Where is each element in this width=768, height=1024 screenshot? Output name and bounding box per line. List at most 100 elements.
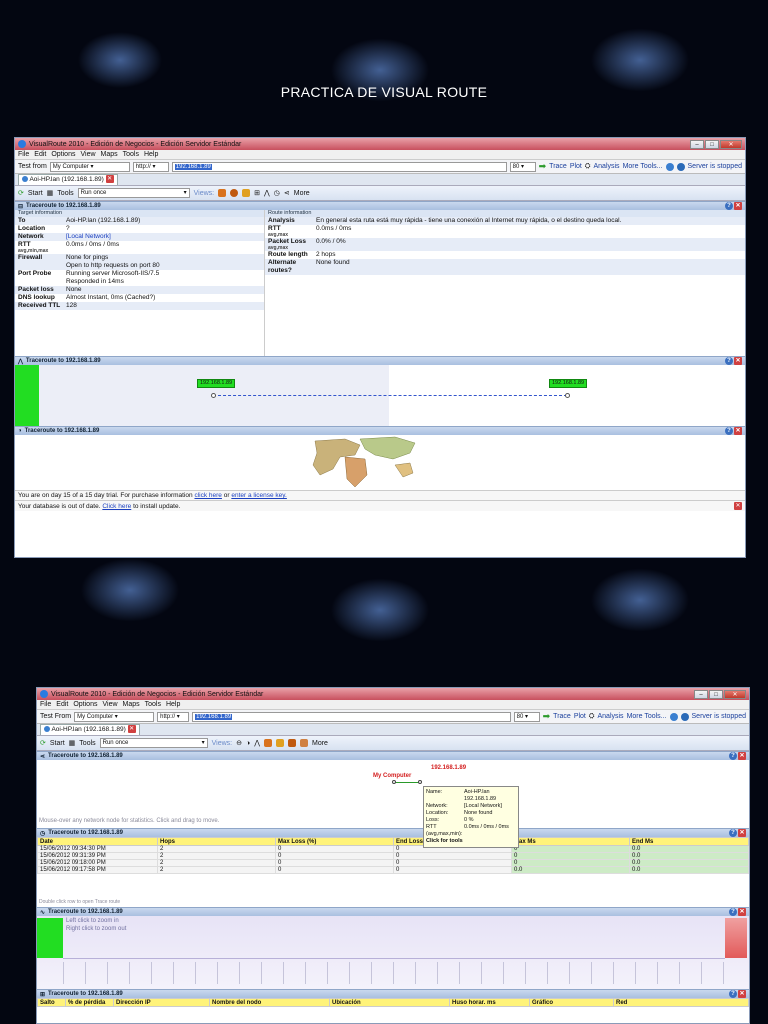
route-view-icon[interactable]: ⋀ <box>254 739 260 747</box>
update-link[interactable]: Click here <box>102 503 131 510</box>
close-panel-icon[interactable]: ✕ <box>738 752 746 760</box>
menu-view[interactable]: View <box>80 151 95 158</box>
analysis-button[interactable]: Analysis <box>593 163 619 170</box>
close-panel-icon[interactable]: ✕ <box>738 908 746 916</box>
globe-icon[interactable] <box>665 162 674 171</box>
tooltip-footer[interactable]: Click for tools <box>426 838 516 845</box>
help-icon[interactable]: ? <box>729 829 737 837</box>
tools-button[interactable]: Tools <box>57 190 73 197</box>
col-end-ms[interactable]: End Ms <box>629 837 749 846</box>
test-from-select[interactable]: My Computer ▾ <box>49 161 130 172</box>
report-view-icon[interactable]: ⊖ <box>236 739 242 747</box>
menu-help[interactable]: Help <box>144 151 158 158</box>
node-dot[interactable] <box>392 780 396 784</box>
close-panel-icon[interactable]: ✕ <box>734 357 742 365</box>
menu-options[interactable]: Options <box>73 701 97 708</box>
table-row[interactable]: 15/06/2012 09:34:30 PM 2 0 0 0 0.0 <box>37 845 749 853</box>
server-status[interactable]: Server is stopped <box>688 163 742 170</box>
col-ip[interactable]: Dirección IP <box>113 998 210 1007</box>
globe-view-icon[interactable]: ◑ <box>246 740 250 747</box>
menu-tools[interactable]: Tools <box>145 701 161 708</box>
node-dot[interactable] <box>418 780 422 784</box>
network-view-icon[interactable] <box>300 739 308 747</box>
menu-maps[interactable]: Maps <box>101 151 118 158</box>
close-tab-icon[interactable]: ✕ <box>127 725 136 734</box>
close-tab-icon[interactable]: ✕ <box>105 175 114 184</box>
close-icon[interactable]: ✕ <box>720 139 742 149</box>
clock-view-icon[interactable] <box>288 739 296 747</box>
route-node-end[interactable]: 192.168.1.89 <box>549 379 588 388</box>
close-status-icon[interactable]: ✕ <box>734 502 742 510</box>
menu-tools[interactable]: Tools <box>123 151 139 158</box>
help-icon[interactable]: ? <box>729 752 737 760</box>
globe-view-icon[interactable] <box>230 189 239 197</box>
menu-edit[interactable]: Edit <box>34 151 46 158</box>
maximize-icon[interactable]: □ <box>709 689 723 699</box>
route-node-start[interactable]: 192.168.1.89 <box>197 379 236 388</box>
run-mode-select[interactable]: Run once ▾ <box>99 738 208 748</box>
table-view-icon[interactable] <box>264 739 272 747</box>
close-panel-icon[interactable]: ✕ <box>738 829 746 837</box>
col-graph[interactable]: Gráfico <box>529 998 614 1007</box>
close-panel-icon[interactable]: ✕ <box>734 427 742 435</box>
table-row[interactable]: 15/06/2012 09:31:39 PM 2 0 0 0 0.0 <box>37 852 749 860</box>
menu-file[interactable]: File <box>18 151 29 158</box>
col-network[interactable]: Red <box>613 998 749 1007</box>
more-button[interactable]: More <box>312 740 328 747</box>
help-icon[interactable]: ? <box>729 908 737 916</box>
graph-view-icon[interactable] <box>276 739 284 747</box>
tab-trace[interactable]: Aoi-HP.lan (192.168.1.89) ✕ <box>18 174 118 185</box>
menu-maps[interactable]: Maps <box>123 701 140 708</box>
table-row[interactable]: 15/06/2012 09:17:58 PM 2 0 0 0.0 0.0 <box>37 866 749 874</box>
tab-trace[interactable]: Aoi-HP.lan (192.168.1.89) ✕ <box>40 724 140 735</box>
url-input[interactable]: 192.168.1.89 <box>171 161 507 172</box>
help-icon[interactable]: ? <box>729 990 737 998</box>
route-view-icon[interactable]: ⋀ <box>264 189 270 197</box>
col-hops[interactable]: Hops <box>157 837 276 846</box>
close-panel-icon[interactable]: ✕ <box>738 990 746 998</box>
run-mode-select[interactable]: Run once ▾ <box>77 188 190 198</box>
col-date[interactable]: Date <box>37 837 158 846</box>
more-tools-button[interactable]: More Tools... <box>627 713 667 720</box>
more-tools-button[interactable]: More Tools... <box>623 163 663 170</box>
route-graph[interactable]: 192.168.1.89 192.168.1.89 <box>15 365 745 426</box>
minimize-icon[interactable]: – <box>690 139 704 149</box>
help-icon[interactable]: ? <box>725 357 733 365</box>
menu-edit[interactable]: Edit <box>56 701 68 708</box>
clock-view-icon[interactable]: ◷ <box>274 189 280 197</box>
protocol-select[interactable]: http:// ▾ <box>157 711 190 722</box>
menu-file[interactable]: File <box>40 701 51 708</box>
col-timezone[interactable]: Huso horar. ms <box>449 998 530 1007</box>
col-perdida[interactable]: % de pérdida <box>65 998 114 1007</box>
minimize-icon[interactable]: – <box>694 689 708 699</box>
col-salto[interactable]: Salto <box>37 998 66 1007</box>
menu-help[interactable]: Help <box>166 701 180 708</box>
col-node-name[interactable]: Nombre del nodo <box>209 998 330 1007</box>
close-icon[interactable]: ✕ <box>724 689 746 699</box>
port-select[interactable]: 80 ▾ <box>509 161 536 172</box>
network-view-icon[interactable]: ⋖ <box>284 189 290 197</box>
table-row[interactable]: 15/06/2012 09:18:00 PM 2 0 0 0 0.0 <box>37 859 749 867</box>
license-link[interactable]: enter a license key. <box>231 492 287 499</box>
plot-button[interactable]: Plot <box>570 163 582 170</box>
menu-view[interactable]: View <box>102 701 117 708</box>
help-icon[interactable]: ? <box>725 427 733 435</box>
test-from-select[interactable]: My Computer ▾ <box>74 711 155 722</box>
more-button[interactable]: More <box>294 190 310 197</box>
start-button[interactable]: Start <box>50 740 65 747</box>
table-view-icon[interactable]: ⊞ <box>254 189 260 197</box>
trace-button[interactable]: Trace <box>553 713 571 720</box>
trace-button[interactable]: Trace <box>549 163 567 170</box>
world-map[interactable] <box>15 435 745 490</box>
report-view-icon[interactable] <box>218 189 227 197</box>
port-select[interactable]: 80 ▾ <box>513 711 540 722</box>
col-max-ms[interactable]: Max Ms <box>511 837 630 846</box>
server-status[interactable]: Server is stopped <box>692 713 746 720</box>
plot-area[interactable]: Left click to zoom in Right click to zoo… <box>37 916 749 989</box>
col-location[interactable]: Ubicación <box>329 998 450 1007</box>
url-input[interactable]: 192.168.1.89 <box>192 711 511 722</box>
tools-button[interactable]: Tools <box>79 740 95 747</box>
maximize-icon[interactable]: □ <box>705 139 719 149</box>
protocol-select[interactable]: http:// ▾ <box>132 161 169 172</box>
plot-button[interactable]: Plot <box>574 713 586 720</box>
